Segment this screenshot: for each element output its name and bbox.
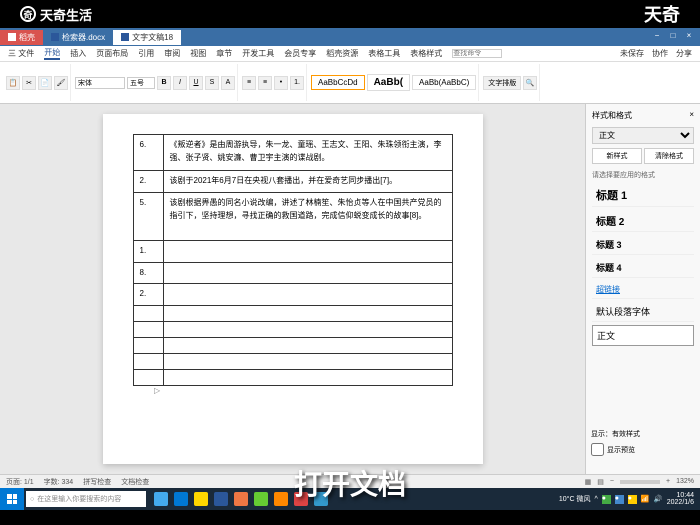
logo-text: 天奇生活 (40, 5, 92, 24)
logo-icon: 奇 (20, 6, 36, 22)
underline-button[interactable]: U (189, 76, 203, 90)
table-row: 1. (133, 240, 452, 262)
styles-panel: 样式和格式 × 正文 新样式 清除格式 请选择要应用的格式 标题 1 标题 2 … (585, 104, 700, 474)
style-list: 标题 1 标题 2 标题 3 标题 4 超链接 默认段落字体 正文 (592, 184, 694, 346)
style-item-h3[interactable]: 标题 3 (592, 235, 694, 255)
video-top-bar: 奇 天奇生活 天奇 (0, 0, 700, 28)
page: 6.《叛逆者》是由周游执导，朱一龙、童瑶、王志文、王阳、朱珠领衔主演，李强、张子… (103, 114, 483, 464)
strike-button[interactable]: S (205, 76, 219, 90)
panel-instruction: 请选择要应用的格式 (592, 170, 694, 180)
style-item-h2[interactable]: 标题 2 (592, 210, 694, 232)
tab-doc1[interactable]: 检索器.docx (43, 30, 113, 45)
unsaved-label: 未保存 (620, 48, 644, 59)
style-item-h1[interactable]: 标题 1 (592, 184, 694, 207)
minimize-button[interactable]: − (650, 31, 664, 43)
bold-button[interactable]: B (157, 76, 171, 90)
table-row: 8. (133, 262, 452, 284)
main-area: ▷ 6.《叛逆者》是由周游执导，朱一龙、童瑶、王志文、王阳、朱珠领衔主演，李强、… (0, 104, 700, 474)
ribbon: 📋 ✂ 📄 🖌 B I U S A ≡ ≡ • 1. AaBbCcDd AaBb… (0, 62, 700, 104)
word-icon (121, 33, 129, 41)
table-row: 6.《叛逆者》是由周游执导，朱一龙、童瑶、王志文、王阳、朱珠领衔主演，李强、张子… (133, 135, 452, 171)
menu-tbl[interactable]: 表格工具 (368, 48, 400, 59)
style-item-normal[interactable]: 正文 (592, 325, 694, 346)
window-controls: − □ × (650, 31, 700, 43)
menu-view[interactable]: 视图 (190, 48, 206, 59)
menu-ref[interactable]: 引用 (138, 48, 154, 59)
collab-button[interactable]: 协作 (652, 48, 668, 59)
style-normal[interactable]: AaBbCcDd (311, 75, 365, 90)
cut-button[interactable]: ✂ (22, 76, 36, 90)
clear-format-button[interactable]: 清除格式 (644, 148, 694, 164)
text-tools-button[interactable]: 文字排版 (483, 76, 521, 90)
menu-insert[interactable]: 插入 (70, 48, 86, 59)
table-row (133, 306, 452, 322)
table-row (133, 354, 452, 370)
current-style-select[interactable]: 正文 (592, 127, 694, 144)
tab-home[interactable]: 稻壳 (0, 30, 43, 45)
menu-bar: 三 文件 开始 插入 页面布局 引用 审阅 视图 章节 开发工具 会员专享 稻壳… (0, 46, 700, 62)
doc-icon (8, 33, 16, 41)
table-row: 2. (133, 284, 452, 306)
align-center-button[interactable]: ≡ (258, 76, 272, 90)
menu-home[interactable]: 开始 (44, 47, 60, 60)
table-row (133, 322, 452, 338)
video-caption: 打开文档 (0, 463, 700, 503)
close-button[interactable]: × (682, 31, 696, 43)
maximize-button[interactable]: □ (666, 31, 680, 43)
table-row (133, 370, 452, 386)
menu-section[interactable]: 章节 (216, 48, 232, 59)
format-painter-button[interactable]: 🖌 (54, 76, 68, 90)
preview-checkbox[interactable]: 显示预览 (591, 441, 694, 458)
cursor-indicator: ▷ (154, 386, 160, 395)
tab-doc2[interactable]: 文字文稿18 (113, 30, 181, 45)
show-styles-select[interactable]: 显示：有效样式 (591, 427, 694, 441)
align-left-button[interactable]: ≡ (242, 76, 256, 90)
style-h2[interactable]: AaBb(AaBbC) (412, 75, 476, 90)
copy-button[interactable]: 📄 (38, 76, 52, 90)
content-table[interactable]: 6.《叛逆者》是由周游执导，朱一龙、童瑶、王志文、王阳、朱珠领衔主演，李强、张子… (133, 134, 453, 386)
style-item-default[interactable]: 默认段落字体 (592, 302, 694, 322)
new-style-button[interactable]: 新样式 (592, 148, 642, 164)
top-right-brand: 天奇 (644, 1, 680, 27)
menu-res[interactable]: 稻壳资源 (326, 48, 358, 59)
document-canvas[interactable]: ▷ 6.《叛逆者》是由周游执导，朱一龙、童瑶、王志文、王阳、朱珠领衔主演，李强、… (0, 104, 585, 474)
command-search[interactable] (452, 49, 502, 58)
style-item-link[interactable]: 超链接 (592, 281, 694, 299)
wps-window: 稻壳 检索器.docx 文字文稿18 − □ × 三 文件 开始 插入 页面布局… (0, 28, 700, 488)
color-button[interactable]: A (221, 76, 235, 90)
title-bar: 稻壳 检索器.docx 文字文稿18 − □ × (0, 28, 700, 46)
panel-close-icon[interactable]: × (689, 110, 694, 121)
style-item-h4[interactable]: 标题 4 (592, 258, 694, 278)
panel-title: 样式和格式 (592, 110, 632, 121)
word-icon (51, 33, 59, 41)
font-select[interactable] (75, 77, 125, 89)
menu-file[interactable]: 三 文件 (8, 48, 34, 59)
paste-button[interactable]: 📋 (6, 76, 20, 90)
menu-dev[interactable]: 开发工具 (242, 48, 274, 59)
numbers-button[interactable]: 1. (290, 76, 304, 90)
table-row (133, 338, 452, 354)
menu-layout[interactable]: 页面布局 (96, 48, 128, 59)
bullets-button[interactable]: • (274, 76, 288, 90)
table-row: 2.该剧于2021年6月7日在央视八套播出，并在爱奇艺同步播出[7]。 (133, 171, 452, 193)
brand-logo: 奇 天奇生活 (20, 5, 92, 24)
italic-button[interactable]: I (173, 76, 187, 90)
style-h1[interactable]: AaBb( (367, 74, 410, 91)
menu-tblstyle[interactable]: 表格样式 (410, 48, 442, 59)
table-row: 5.该剧根据畀愚的同名小说改编，讲述了林楠笙、朱怡贞等人在中国共产党员的指引下，… (133, 192, 452, 240)
menu-vip[interactable]: 会员专享 (284, 48, 316, 59)
size-select[interactable] (127, 77, 155, 89)
share-button[interactable]: 分享 (676, 48, 692, 59)
menu-review[interactable]: 审阅 (164, 48, 180, 59)
find-button[interactable]: 🔍 (523, 76, 537, 90)
